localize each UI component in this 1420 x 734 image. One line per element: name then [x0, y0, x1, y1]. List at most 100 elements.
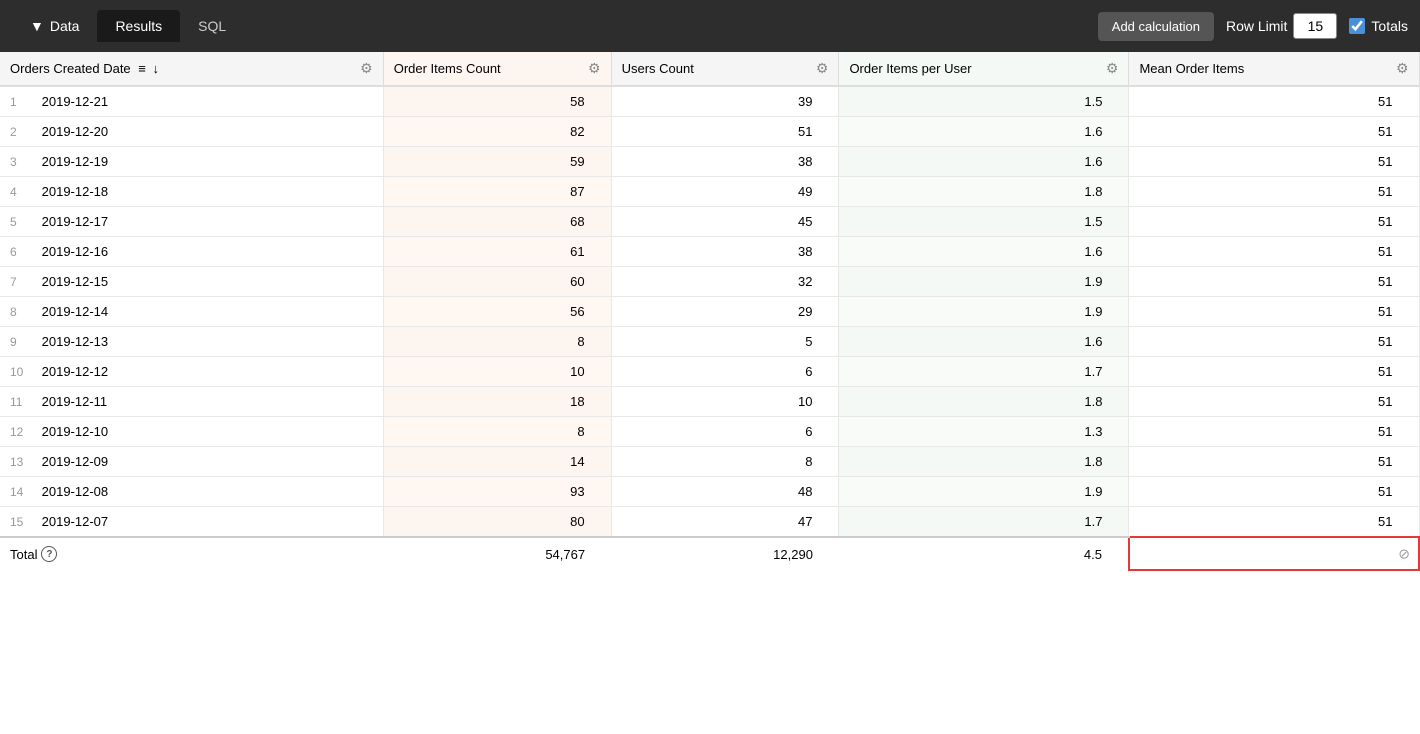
gear-icon-order-per-user[interactable]: ⚙	[1106, 60, 1119, 77]
cell-order-per-user-10: 1.7	[839, 357, 1129, 387]
cell-users-8: 29	[611, 297, 839, 327]
date-value: 2019-12-19	[42, 154, 109, 169]
cell-users-12: 6	[611, 417, 839, 447]
cell-date-1: 1 2019-12-21	[0, 86, 383, 117]
table-container: Orders Created Date ≡ ↓ ⚙ Order Items Co…	[0, 52, 1420, 571]
tab-sql[interactable]: SQL	[180, 10, 244, 42]
row-limit-input[interactable]	[1293, 13, 1337, 39]
total-order-items-value: 54,767	[393, 547, 601, 562]
cell-order-per-user-7: 1.9	[839, 267, 1129, 297]
cell-order-per-user-8: 1.9	[839, 297, 1129, 327]
users-value: 47	[622, 514, 829, 529]
cell-users-7: 32	[611, 267, 839, 297]
cell-order-items-5: 68	[383, 207, 611, 237]
row-number: 15	[10, 515, 38, 529]
totals-section: Totals	[1349, 18, 1408, 34]
mean-value: 51	[1139, 214, 1408, 229]
gear-icon-date[interactable]: ⚙	[360, 60, 373, 77]
row-number: 11	[10, 395, 38, 409]
order-items-value: 8	[394, 334, 601, 349]
cell-mean-10: 51	[1129, 357, 1419, 387]
col-users-title: Users Count	[622, 61, 694, 76]
cell-date-6: 6 2019-12-16	[0, 237, 383, 267]
table-row: 13 2019-12-09 14 8 1.8 51	[0, 447, 1419, 477]
cell-date-13: 13 2019-12-09	[0, 447, 383, 477]
row-number: 1	[10, 95, 38, 109]
order-per-user-value: 1.6	[849, 244, 1118, 259]
mean-value: 51	[1139, 184, 1408, 199]
mean-value: 51	[1139, 454, 1408, 469]
cell-order-per-user-13: 1.8	[839, 447, 1129, 477]
order-per-user-value: 1.6	[849, 154, 1118, 169]
mean-value: 51	[1139, 364, 1408, 379]
users-value: 6	[622, 364, 829, 379]
users-value: 38	[622, 244, 829, 259]
cell-order-per-user-3: 1.6	[839, 147, 1129, 177]
row-number: 10	[10, 365, 38, 379]
date-value: 2019-12-17	[42, 214, 109, 229]
row-number: 13	[10, 455, 38, 469]
cell-mean-13: 51	[1129, 447, 1419, 477]
row-number: 12	[10, 425, 38, 439]
cell-mean-8: 51	[1129, 297, 1419, 327]
table-row: 11 2019-12-11 18 10 1.8 51	[0, 387, 1419, 417]
gear-icon-users[interactable]: ⚙	[816, 60, 829, 77]
users-value: 48	[622, 484, 829, 499]
help-icon[interactable]: ?	[41, 546, 57, 562]
date-value: 2019-12-07	[42, 514, 109, 529]
add-calculation-button[interactable]: Add calculation	[1098, 12, 1214, 41]
users-value: 45	[622, 214, 829, 229]
tab-results[interactable]: Results	[97, 10, 180, 42]
order-per-user-value: 1.8	[849, 394, 1118, 409]
users-value: 38	[622, 154, 829, 169]
cell-order-items-7: 60	[383, 267, 611, 297]
cell-order-per-user-1: 1.5	[839, 86, 1129, 117]
total-row: Total ? 54,767 12,290 4.5 ⊘	[0, 537, 1419, 570]
order-items-value: 60	[394, 274, 601, 289]
users-value: 10	[622, 394, 829, 409]
cell-users-6: 38	[611, 237, 839, 267]
col-header-users: Users Count ⚙	[611, 52, 839, 86]
col-mean-title: Mean Order Items	[1139, 61, 1244, 76]
total-order-per-user: 4.5	[839, 537, 1129, 570]
mean-value: 51	[1139, 424, 1408, 439]
users-value: 32	[622, 274, 829, 289]
cell-date-14: 14 2019-12-08	[0, 477, 383, 507]
header-bar: ▼ Data Results SQL Add calculation Row L…	[0, 0, 1420, 52]
order-per-user-value: 1.3	[849, 424, 1118, 439]
order-items-value: 87	[394, 184, 601, 199]
cell-order-items-9: 8	[383, 327, 611, 357]
data-table: Orders Created Date ≡ ↓ ⚙ Order Items Co…	[0, 52, 1420, 571]
app-container: ▼ Data Results SQL Add calculation Row L…	[0, 0, 1420, 571]
cell-date-2: 2 2019-12-20	[0, 117, 383, 147]
mean-value: 51	[1139, 274, 1408, 289]
mean-value: 51	[1139, 154, 1408, 169]
dropdown-arrow-icon: ▼	[30, 18, 44, 34]
order-per-user-value: 1.9	[849, 274, 1118, 289]
cell-mean-1: 51	[1129, 86, 1419, 117]
order-items-value: 58	[394, 94, 601, 109]
order-items-value: 59	[394, 154, 601, 169]
users-value: 5	[622, 334, 829, 349]
cell-date-7: 7 2019-12-15	[0, 267, 383, 297]
order-per-user-value: 1.5	[849, 214, 1118, 229]
table-row: 1 2019-12-21 58 39 1.5 51	[0, 86, 1419, 117]
mean-value: 51	[1139, 244, 1408, 259]
order-per-user-value: 1.5	[849, 94, 1118, 109]
order-items-value: 93	[394, 484, 601, 499]
cell-order-items-12: 8	[383, 417, 611, 447]
tab-data-label: Data	[50, 18, 80, 34]
tab-data[interactable]: ▼ Data	[12, 10, 97, 42]
gear-icon-order-items[interactable]: ⚙	[588, 60, 601, 77]
slash-icon: ⊘	[1398, 545, 1410, 562]
order-items-value: 82	[394, 124, 601, 139]
totals-checkbox[interactable]	[1349, 18, 1365, 34]
table-row: 9 2019-12-13 8 5 1.6 51	[0, 327, 1419, 357]
date-value: 2019-12-18	[42, 184, 109, 199]
users-value: 8	[622, 454, 829, 469]
gear-icon-mean[interactable]: ⚙	[1396, 60, 1409, 77]
order-items-value: 56	[394, 304, 601, 319]
cell-date-11: 11 2019-12-11	[0, 387, 383, 417]
tab-results-label: Results	[115, 18, 162, 34]
date-value: 2019-12-10	[42, 424, 109, 439]
